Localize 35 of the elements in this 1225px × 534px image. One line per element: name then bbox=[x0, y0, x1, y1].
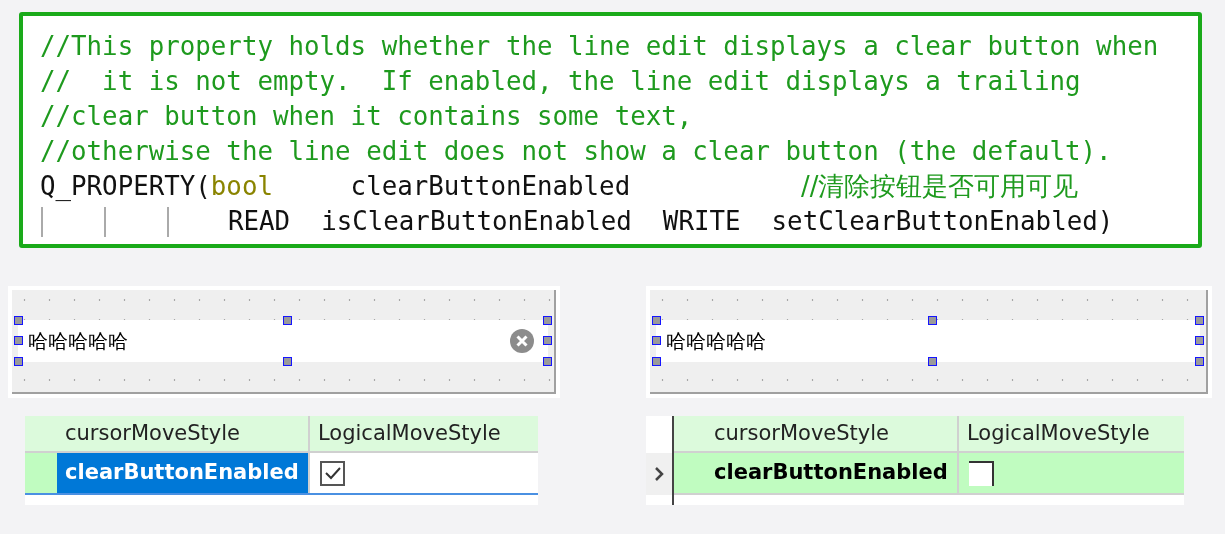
property-name[interactable]: clearButtonEnabled bbox=[57, 453, 308, 493]
line-edit-text: 哈哈哈哈哈 bbox=[666, 328, 767, 355]
resize-handle[interactable] bbox=[1195, 357, 1204, 366]
check-icon bbox=[323, 466, 342, 480]
clear-icon[interactable] bbox=[510, 329, 534, 353]
resize-handle[interactable] bbox=[652, 336, 661, 345]
resize-handle[interactable] bbox=[543, 316, 552, 325]
checkbox[interactable] bbox=[320, 460, 345, 486]
property-name: cursorMoveStyle bbox=[674, 416, 959, 451]
resize-handle[interactable] bbox=[928, 357, 937, 366]
resize-handle[interactable] bbox=[14, 316, 23, 325]
property-value: LogicalMoveStyle bbox=[317, 419, 502, 447]
resize-handle[interactable] bbox=[928, 316, 937, 325]
code-line: //clear button when it contains some text, bbox=[40, 100, 693, 133]
code-line: //This property holds whether the line edit displays a clear button when bbox=[40, 30, 1159, 63]
resize-handle[interactable] bbox=[283, 316, 292, 325]
code-line: Q_PROPERTY(bool clearButtonEnabled //清除按钮是否可用可见 bbox=[40, 170, 1079, 203]
resize-handle[interactable] bbox=[14, 357, 23, 366]
resize-handle[interactable] bbox=[543, 336, 552, 345]
resize-handle[interactable] bbox=[1195, 316, 1204, 325]
resize-handle[interactable] bbox=[283, 357, 292, 366]
property-name: cursorMoveStyle bbox=[25, 416, 310, 451]
line-edit-text: 哈哈哈哈哈 bbox=[28, 328, 129, 355]
checkbox[interactable] bbox=[969, 460, 994, 486]
resize-handle[interactable] bbox=[652, 316, 661, 325]
resize-handle[interactable] bbox=[1195, 336, 1204, 345]
code-line: READ isClearButtonEnabled WRITE setClearButtonEnabled) bbox=[228, 205, 1114, 238]
line-edit[interactable]: 哈哈哈哈哈 bbox=[656, 320, 1200, 362]
code-line: //otherwise the line edit does not show a clear button (the default). bbox=[40, 135, 1112, 168]
resize-handle[interactable] bbox=[14, 336, 23, 345]
property-value: LogicalMoveStyle bbox=[966, 419, 1151, 447]
line-edit[interactable]: 哈哈哈哈哈 bbox=[18, 320, 548, 362]
resize-handle[interactable] bbox=[543, 357, 552, 366]
code-line: // it is not empty. If enabled, the line edit displays a trailing bbox=[40, 65, 1081, 98]
resize-handle[interactable] bbox=[652, 357, 661, 366]
